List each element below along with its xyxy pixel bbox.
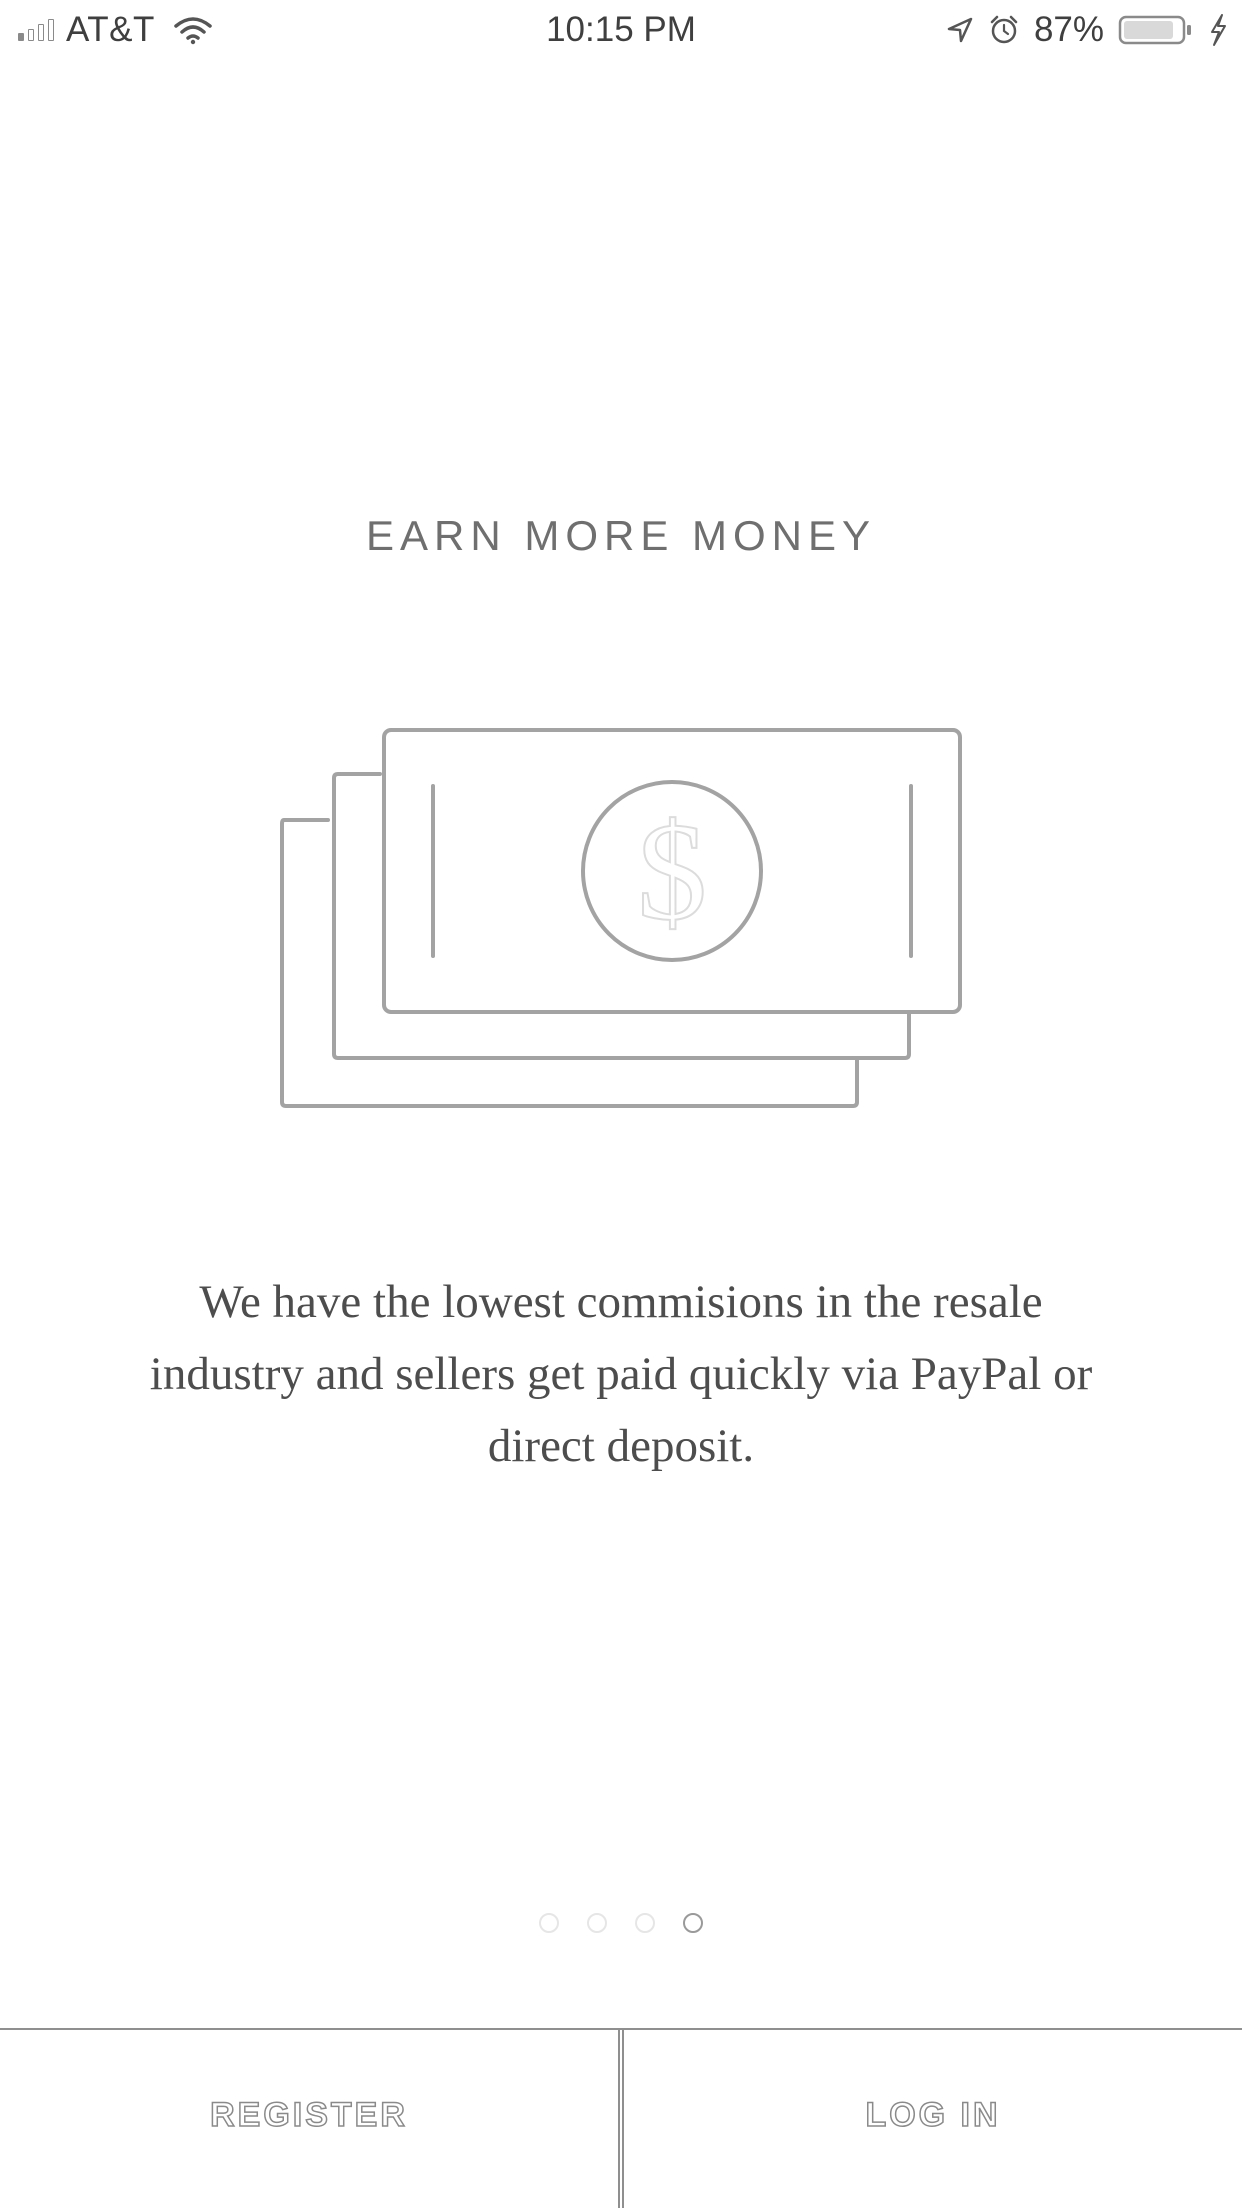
bottom-action-bar: REGISTER LOG IN [0, 2028, 1242, 2208]
location-arrow-icon [947, 17, 973, 43]
battery-icon [1118, 15, 1191, 45]
register-button[interactable]: REGISTER [0, 2030, 618, 2208]
alarm-clock-icon [990, 15, 1018, 44]
page-indicator[interactable] [0, 1913, 1242, 1933]
slide-title: EARN MORE MONEY [365, 512, 877, 559]
svg-text:$: $ [637, 795, 707, 950]
money-stack-icon: $ [280, 728, 962, 1108]
status-bar: AT&T 10:15 PM 87% [0, 0, 1242, 60]
login-button[interactable]: LOG IN [624, 2030, 1242, 2208]
page-dot[interactable] [587, 1913, 607, 1933]
status-bar-right: 87% [946, 10, 1228, 50]
page-dot[interactable] [635, 1913, 655, 1933]
charging-bolt-icon [1211, 14, 1226, 46]
slide-description: We have the lowest commisions in the res… [149, 1276, 1093, 1472]
page-dot[interactable] [539, 1913, 559, 1933]
page-dot[interactable] [683, 1913, 703, 1933]
battery-percent: 87% [1033, 10, 1104, 49]
